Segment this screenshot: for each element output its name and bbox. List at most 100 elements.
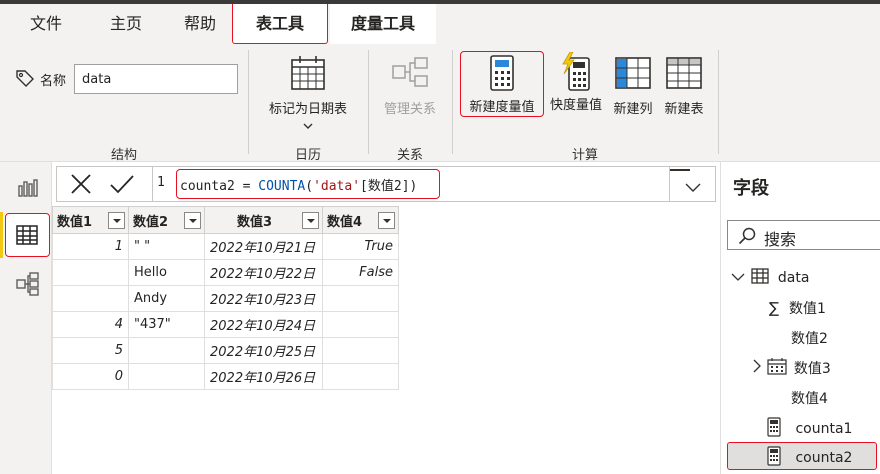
new-column-icon (608, 48, 658, 92)
data-view-button[interactable] (5, 213, 50, 257)
view-switcher-rail (0, 162, 52, 474)
tab-help[interactable]: 帮助 (172, 4, 228, 44)
table-cell[interactable]: 5 (52, 337, 129, 364)
table-row[interactable]: 1 " " 2022年10月21日 True (52, 233, 399, 260)
field-item-数值1[interactable]: ∑ 数值1 (769, 298, 826, 318)
formula-bar-divider (152, 167, 153, 201)
formula-column-ref: [数值2] (360, 179, 410, 194)
fields-pane-title: 字段 (733, 178, 769, 199)
calendar-icon (256, 48, 360, 92)
quick-measure-button[interactable]: 快度量值 (544, 48, 608, 118)
field-item-counta2[interactable]: counta2 (767, 446, 852, 470)
table-cell[interactable] (322, 311, 399, 338)
table-cell[interactable] (322, 285, 399, 312)
table-cell[interactable]: 2022年10月24日 (204, 311, 323, 338)
column-header[interactable]: 数值2 (128, 206, 205, 234)
table-cell[interactable]: 1 (52, 233, 129, 260)
ribbon: 名称 结构 标记为日期表 日历 管理关系 关系 新建度量值 快度量值 (0, 44, 880, 163)
relationships-icon (374, 48, 446, 92)
filter-dropdown-icon[interactable] (378, 212, 395, 229)
model-view-button[interactable] (5, 262, 50, 306)
expand-formula-button[interactable] (669, 167, 715, 201)
table-cell[interactable]: False (322, 259, 399, 286)
filter-dropdown-icon[interactable] (184, 212, 201, 229)
table-name-input[interactable] (74, 64, 238, 94)
name-label: 名称 (40, 74, 67, 89)
fields-pane: 字段 搜索 data ∑ 数值1 数值2 数值3 数值4 counta1 cou… (720, 162, 880, 474)
search-icon (738, 227, 756, 249)
new-table-button[interactable]: 新建表 (658, 48, 710, 118)
table-cell[interactable]: True (322, 233, 399, 260)
mark-as-date-table-button[interactable]: 标记为日期表 (256, 48, 360, 136)
field-item-数值2[interactable]: 数值2 (791, 328, 828, 348)
formula-paren-close: ) (409, 179, 418, 194)
filter-dropdown-icon[interactable] (302, 212, 319, 229)
table-cell[interactable]: " " (128, 233, 205, 260)
table-row[interactable]: 0 2022年10月26日 (52, 363, 399, 390)
group-label-calendar: 日历 (294, 148, 321, 163)
filter-dropdown-icon[interactable] (108, 212, 125, 229)
group-label-relationships: 关系 (396, 148, 423, 163)
report-view-button[interactable] (5, 166, 50, 210)
column-header[interactable]: 数值3 (204, 206, 323, 234)
table-icon (751, 268, 770, 288)
table-cell[interactable]: Andy (128, 285, 205, 312)
table-cell[interactable]: 0 (52, 363, 129, 390)
table-cell[interactable] (128, 363, 205, 390)
formula-paren-open: ( (305, 179, 314, 194)
calendar-icon (767, 357, 788, 379)
table-cell[interactable] (322, 337, 399, 364)
table-row[interactable]: 5 2022年10月25日 (52, 337, 399, 364)
column-header[interactable]: 数值1 (52, 206, 129, 234)
formula-editor[interactable]: counta2 = COUNTA('data'[数值2]) (176, 169, 440, 199)
table-cell[interactable] (322, 363, 399, 390)
field-item-数值4[interactable]: 数值4 (791, 388, 828, 408)
field-item-counta1[interactable]: counta1 (767, 417, 852, 441)
table-cell[interactable]: 2022年10月23日 (204, 285, 323, 312)
tab-table-tools[interactable]: 表工具 (232, 4, 328, 44)
table-cell[interactable]: 2022年10月25日 (204, 337, 323, 364)
measure-name: counta2 = (180, 179, 259, 194)
table-row[interactable]: Hello 2022年10月22日 False (52, 259, 399, 286)
chevron-right-icon (751, 359, 763, 377)
group-divider (248, 50, 249, 154)
table-cell[interactable] (52, 259, 129, 286)
fields-search-input[interactable]: 搜索 (727, 220, 880, 250)
field-table-data[interactable]: data (731, 268, 809, 288)
ribbon-tabs: 文件 主页 帮助 表工具 度量工具 (0, 4, 880, 44)
tab-file[interactable]: 文件 (18, 4, 74, 44)
active-view-indicator (0, 212, 3, 258)
tab-measure-tools[interactable]: 度量工具 (330, 4, 436, 44)
tab-home[interactable]: 主页 (98, 4, 154, 44)
table-cell[interactable]: 2022年10月26日 (204, 363, 323, 390)
group-label-calculations: 计算 (571, 148, 598, 163)
column-header[interactable]: 数值4 (322, 206, 399, 234)
table-cell[interactable]: 4 (52, 311, 129, 338)
new-measure-button[interactable]: 新建度量值 (460, 51, 544, 117)
new-table-icon (658, 48, 710, 92)
calculator-icon (461, 52, 543, 92)
table-row[interactable]: 4 "437" 2022年10月24日 (52, 311, 399, 338)
table-cell[interactable]: 2022年10月22日 (204, 259, 323, 286)
calculator-icon (767, 417, 791, 441)
field-item-数值3[interactable]: 数值3 (751, 357, 831, 379)
checkmark-icon[interactable] (109, 173, 135, 199)
search-placeholder: 搜索 (764, 230, 797, 249)
formula-bar: 1 counta2 = COUNTA('data'[数值2]) (56, 166, 716, 202)
new-column-button[interactable]: 新建列 (608, 48, 658, 118)
manage-relationships-button[interactable]: 管理关系 (374, 48, 446, 118)
formula-line-number: 1 (157, 175, 165, 190)
table-row[interactable]: Andy 2022年10月23日 (52, 285, 399, 312)
tag-icon (14, 68, 36, 92)
table-header-row: 数值1 数值2 数值3 数值4 (52, 206, 399, 234)
group-divider (368, 50, 369, 154)
table-cell[interactable]: "437" (128, 311, 205, 338)
table-cell[interactable]: 2022年10月21日 (204, 233, 323, 260)
formula-function: COUNTA (258, 179, 306, 194)
calculator-icon (767, 446, 791, 470)
table-cell[interactable]: Hello (128, 259, 205, 286)
group-divider (718, 50, 719, 154)
table-cell[interactable] (128, 337, 205, 364)
table-cell[interactable] (52, 285, 129, 312)
close-icon[interactable] (69, 173, 93, 199)
